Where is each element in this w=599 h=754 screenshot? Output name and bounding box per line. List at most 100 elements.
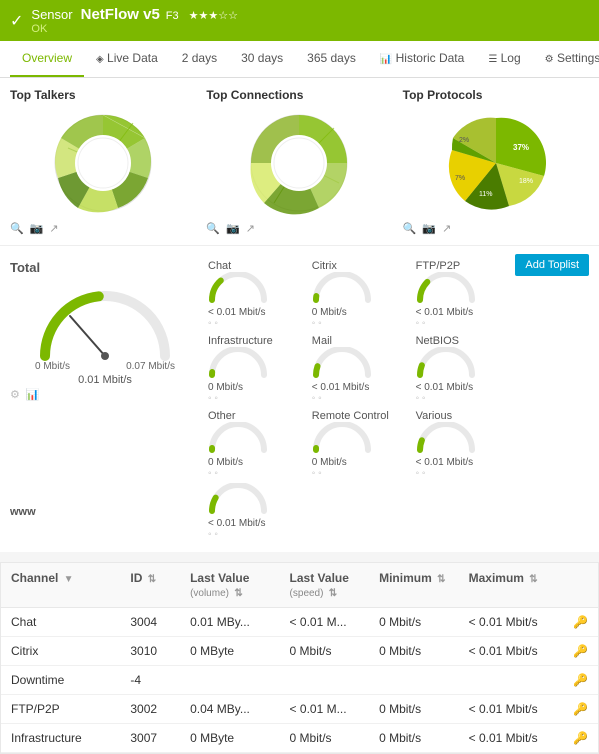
nav-30days[interactable]: 30 days [229,41,295,77]
zoom-icon-2[interactable]: 🔍 [206,222,220,235]
row-id-ftp: 3002 [130,702,190,716]
col-header-action [558,571,588,599]
gauge-netbios-label: NetBIOS [416,335,516,347]
top-talkers-diagram [48,108,158,218]
col-header-last-spd: Last Value(speed) ⇅ [290,571,380,599]
gauge-www-svg [208,483,268,515]
row-spd-infra: 0 Mbit/s [290,731,380,745]
gauge-remote-value: 0 Mbit/s [312,457,412,468]
gauge-mail-label: Mail [312,335,412,347]
svg-text:11%: 11% [479,191,493,198]
gauge-chat-label: Chat [208,260,308,272]
nav-settings[interactable]: ⚙ Settings [533,41,599,77]
gauge-other-svg [208,422,268,454]
gauge-various-value: < 0.01 Mbit/s [416,457,516,468]
row-min-infra: 0 Mbit/s [379,731,469,745]
row-vol-infra: 0 MByte [190,731,289,745]
table-header: Channel ▼ ID ⇅ Last Value(volume) ⇅ Last… [1,563,598,608]
nav-log[interactable]: ☰ Log [476,41,532,77]
row-action-chat[interactable]: 🔑 [558,615,588,629]
row-vol-ftp: 0.04 MBy... [190,702,289,716]
row-action-citrix[interactable]: 🔑 [558,644,588,658]
total-gauge-container: Total 0 Mbit/s 0.07 Mbit/s 0.01 Mbit/s ⚙ [10,260,200,479]
row-max-chat: < 0.01 Mbit/s [469,615,559,629]
gauge-citrix-label: Citrix [312,260,412,272]
table-row: FTP/P2P 3002 0.04 MBy... < 0.01 M... 0 M… [1,695,598,724]
key-icon[interactable]: 🔑 [573,615,588,629]
total-label: Total [10,260,200,275]
gauge-other-dot: ◦ ◦ [208,468,308,479]
nav-live-data[interactable]: ◈ Live Data [84,41,170,77]
gauge-other-label: Other [208,410,308,422]
key-icon-2[interactable]: 🔑 [573,644,588,658]
row-vol-citrix: 0 MByte [190,644,289,658]
external-link-icon[interactable]: ↗ [49,222,58,235]
row-channel-ftp: FTP/P2P [11,702,130,716]
row-action-downtime[interactable]: 🔑 [558,673,588,687]
gauge-infrastructure-value: 0 Mbit/s [208,382,308,393]
gauge-remote-dot: ◦ ◦ [312,468,412,479]
key-icon-3[interactable]: 🔑 [573,673,588,687]
gauge-infrastructure-dot: ◦ ◦ [208,393,308,404]
external-link-icon-2[interactable]: ↗ [246,222,255,235]
top-connections-card: Top Connections 🔍 � [206,88,392,235]
camera-icon-3[interactable]: 📷 [422,222,436,235]
row-channel-infra: Infrastructure [11,731,130,745]
gauge-remote-svg [312,422,372,454]
chart-icon[interactable]: 📊 [26,388,40,401]
row-max-ftp: < 0.01 Mbit/s [469,702,559,716]
header: ✓ Sensor NetFlow v5 F3 ★★★☆☆ OK [0,0,599,41]
key-icon-5[interactable]: 🔑 [573,731,588,745]
gauge-other-value: 0 Mbit/s [208,457,308,468]
gauge-mail-dot: ◦ ◦ [312,393,412,404]
col-header-max: Maximum ⇅ [469,571,559,599]
sensor-label: Sensor [31,7,72,22]
gauge-ftp-value: < 0.01 Mbit/s [416,307,516,318]
col-header-channel: Channel ▼ [11,571,130,599]
gauge-infrastructure: Infrastructure 0 Mbit/s ◦ ◦ [208,335,308,404]
row-id-downtime: -4 [130,673,190,687]
gauge-citrix-dot: ◦ ◦ [312,318,412,329]
sort-arrow-spd: ⇅ [329,588,337,599]
top-talkers-card: Top Talkers [10,88,196,235]
row-max-infra: < 0.01 Mbit/s [469,731,559,745]
sensor-status: OK [31,23,238,35]
gauge-mail-svg [312,347,372,379]
gauges-container: Total 0 Mbit/s 0.07 Mbit/s 0.01 Mbit/s ⚙ [10,260,515,479]
gauge-www-dot: ◦ ◦ [208,529,268,540]
camera-icon-2[interactable]: 📷 [226,222,240,235]
gauge-netbios-dot: ◦ ◦ [416,393,516,404]
gauge-various: Various < 0.01 Mbit/s ◦ ◦ [416,410,516,479]
zoom-icon-3[interactable]: 🔍 [403,222,417,235]
nav-365days[interactable]: 365 days [295,41,368,77]
gauge-netbios: NetBIOS < 0.01 Mbit/s ◦ ◦ [416,335,516,404]
gauge-citrix: Citrix 0 Mbit/s ◦ ◦ [312,260,412,329]
row-spd-ftp: < 0.01 M... [290,702,380,716]
gauge-chat-svg [208,272,268,304]
sort-arrow-max: ⇅ [529,574,537,585]
gauge-www: < 0.01 Mbit/s ◦ ◦ [208,483,268,540]
key-icon-4[interactable]: 🔑 [573,702,588,716]
top-protocols-diagram: 37% 18% 11% 7% 2% [441,108,551,218]
top-protocols-title: Top Protocols [403,88,589,102]
table-row: Infrastructure 3007 0 MByte 0 Mbit/s 0 M… [1,724,598,753]
wrench-icon[interactable]: ⚙ [10,388,20,401]
table-row: Chat 3004 0.01 MBy... < 0.01 M... 0 Mbit… [1,608,598,637]
nav-overview[interactable]: Overview [10,41,84,77]
svg-text:37%: 37% [513,143,529,152]
row-action-ftp[interactable]: 🔑 [558,702,588,716]
zoom-icon[interactable]: 🔍 [10,222,24,235]
top-connections-diagram [244,108,354,218]
add-toplist-button[interactable]: Add Toplist [515,254,589,276]
gauge-other: Other 0 Mbit/s ◦ ◦ [208,410,308,479]
nav-historic-data[interactable]: 📊 Historic Data [368,41,476,77]
row-action-infra[interactable]: 🔑 [558,731,588,745]
nav-2days[interactable]: 2 days [170,41,229,77]
camera-icon[interactable]: 📷 [30,222,44,235]
external-link-icon-3[interactable]: ↗ [442,222,451,235]
row-min-chat: 0 Mbit/s [379,615,469,629]
svg-text:7%: 7% [455,175,465,182]
sensor-version: F3 [166,10,179,22]
gauge-citrix-value: 0 Mbit/s [312,307,412,318]
table-row: Downtime -4 🔑 [1,666,598,695]
